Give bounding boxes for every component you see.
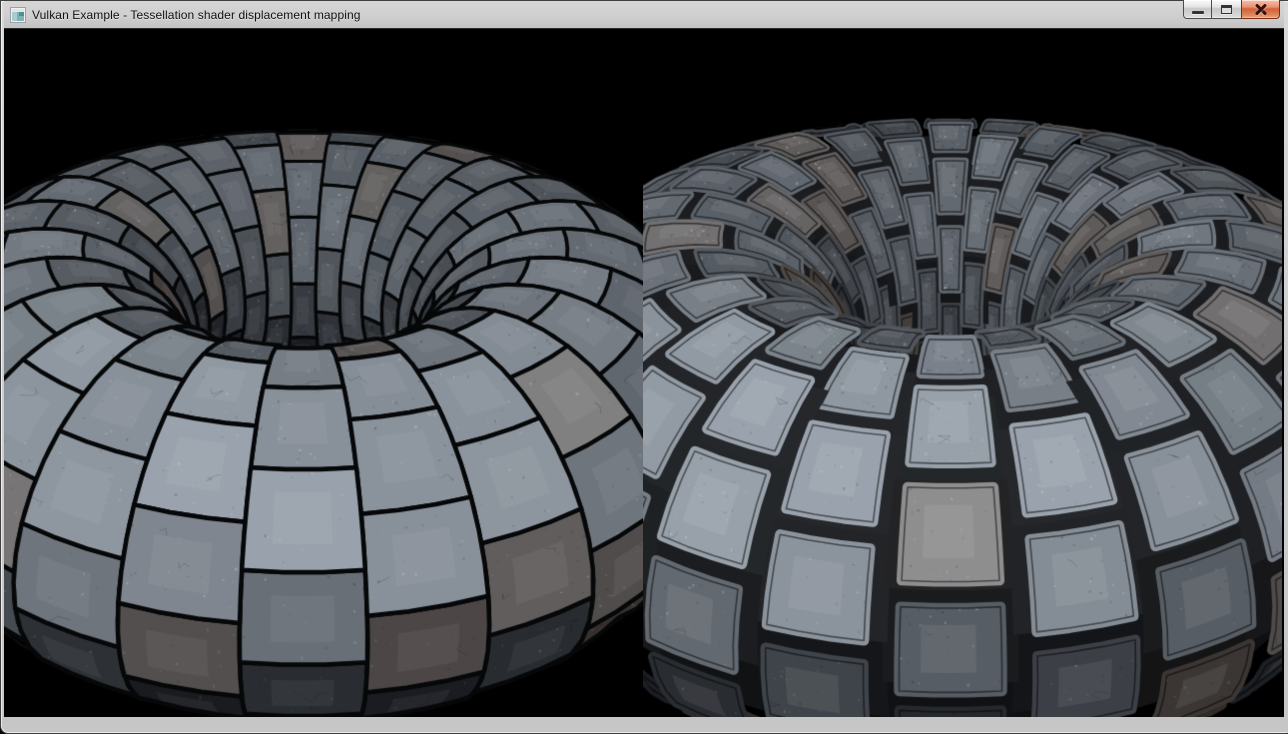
viewport-flat-torus[interactable] — [4, 29, 643, 717]
maximize-icon — [1221, 5, 1232, 14]
window-controls — [1183, 0, 1280, 19]
minimize-button[interactable] — [1183, 0, 1212, 19]
title-bar[interactable]: Vulkan Example - Tessellation shader dis… — [4, 1, 1284, 28]
maximize-button[interactable] — [1212, 0, 1241, 19]
application-window: Vulkan Example - Tessellation shader dis… — [0, 0, 1288, 734]
minimize-icon — [1192, 11, 1204, 14]
close-icon — [1254, 3, 1268, 15]
close-button[interactable] — [1241, 0, 1280, 19]
viewport-displaced-torus[interactable] — [643, 29, 1282, 717]
render-view — [4, 28, 1284, 717]
application-icon[interactable] — [10, 7, 26, 23]
window-title: Vulkan Example - Tessellation shader dis… — [32, 8, 361, 22]
